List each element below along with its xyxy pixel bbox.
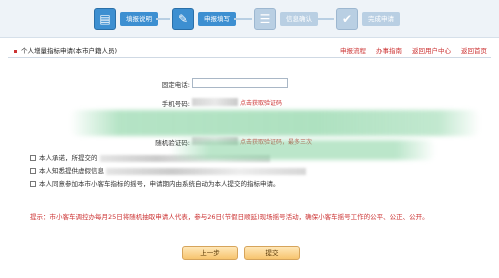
notice-text: 提示：市小客车调控办每月25日将随机抽取申请人代表，参与26日(节假日顺延)现场… [30,213,429,221]
pledge-line: 本人承诺，所提交的 [30,154,470,163]
document-icon: ▤ [94,8,116,30]
form-icon: ☰ [254,8,276,30]
page-header: 个人增量指标申请(本市户籍人员) 申报流程 办事指南 返回用户中心 返回首页 [8,44,491,58]
landline-input[interactable] [192,78,288,88]
pledge-text: 本人承诺，所提交的 [39,154,98,162]
pledge-checkbox[interactable] [30,155,36,161]
check-icon: ✔ [336,8,358,30]
redacted-text [99,154,270,162]
landline-label: 固定电话: [161,81,190,89]
link-guide[interactable]: 办事指南 [376,45,402,55]
captcha-label: 随机验证码: [155,139,190,147]
edit-icon: ✎ [172,8,194,30]
captcha-value-redacted [192,137,238,145]
step-label: 填报说明 [120,12,158,26]
mobile-value-redacted [192,98,238,106]
step-fill-instructions: ▤ 填报说明 [94,6,158,32]
get-code-link[interactable]: 点击获取验证码 [240,98,282,107]
step-complete: ✔ 完成申请 [336,6,400,32]
watermark-overlay [52,102,482,162]
info-text: 本人知悉提供虚假信息 [39,167,104,175]
pledge-section: 本人承诺，所提交的 本人知悉提供虚假信息 本人同意参加本市小客车指标的摇号，申请… [30,154,470,189]
get-captcha-link[interactable]: 点击获取验证码，最多三次 [240,137,312,146]
step-separator [316,18,334,20]
landline-row: 固定电话: [0,78,499,90]
step-label: 申报填写 [198,12,236,26]
mobile-label: 手机号码: [161,100,190,108]
prev-button[interactable]: 上一步 [182,246,238,260]
consent-checkbox[interactable] [30,181,36,187]
info-checkbox[interactable] [30,168,36,174]
consent-text: 本人同意参加本市小客车指标的摇号，申请期内由系统自动为本人提交的指标申请。 [39,180,280,188]
watermark-band [70,110,480,136]
step-confirm-info: ☰ 信息确认 [254,6,318,32]
consent-line: 本人同意参加本市小客车指标的摇号，申请期内由系统自动为本人提交的指标申请。 [30,180,470,189]
mobile-row: 手机号码: 点击获取验证码 [0,97,499,109]
step-label: 完成申请 [362,12,400,26]
step-application-form: ✎ 申报填写 [172,6,236,32]
link-process[interactable]: 申报流程 [340,45,366,55]
step-separator [234,18,252,20]
step-progress-bar: ▤ 填报说明 ✎ 申报填写 ☰ 信息确认 ✔ 完成申请 [0,0,499,38]
step-separator [156,18,170,20]
link-user-center[interactable]: 返回用户中心 [412,45,451,55]
submit-button[interactable]: 提交 [244,246,300,260]
redacted-text [106,167,307,175]
header-links: 申报流程 办事指南 返回用户中心 返回首页 [340,45,487,55]
captcha-row: 随机验证码: 点击获取验证码，最多三次 [0,136,499,148]
link-home[interactable]: 返回首页 [461,45,487,55]
page-title: 个人增量指标申请(本市户籍人员) [14,45,117,55]
step-label: 信息确认 [280,12,318,26]
info-line: 本人知悉提供虚假信息 [30,167,470,176]
